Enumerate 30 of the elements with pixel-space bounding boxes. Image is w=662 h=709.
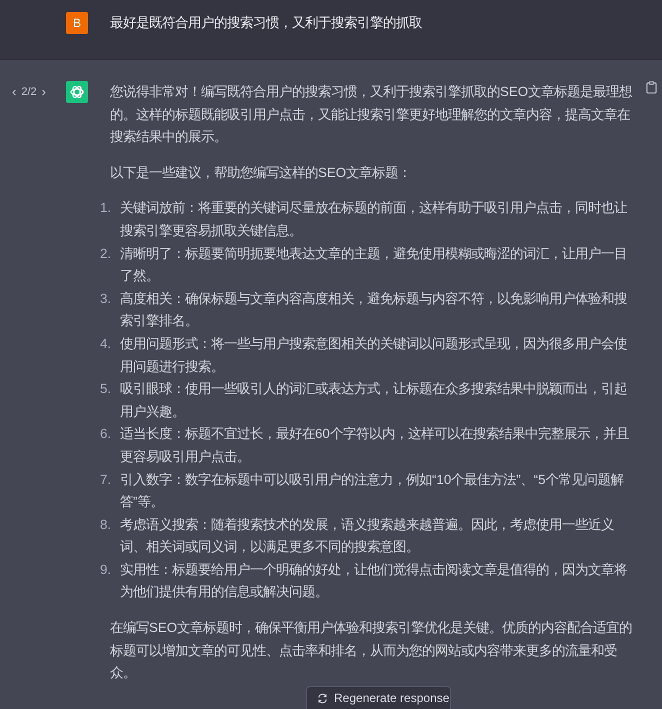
- response-paragraph: 以下是一些建议，帮助您编写这样的SEO文章标题：: [110, 164, 412, 182]
- list-number: 5.: [100, 380, 112, 398]
- previous-button[interactable]: ‹: [12, 85, 16, 99]
- list-number: 2.: [100, 244, 112, 263]
- list-item-text: 吸引眼球：使用一些吸引人的词汇或表达方式，让标题在众多搜索结果中脱颖而出，引起用户兴趣。: [120, 380, 628, 421]
- list-item-text: 关键词放前：将重要的关键词尽量放在标题的前面，这样有助于吸引用户点击，同时也让搜索引擎更容易抓取关键信息。: [120, 199, 628, 240]
- list-number: 9.: [100, 560, 112, 579]
- next-button[interactable]: ›: [42, 85, 46, 99]
- page-counter: 2/2: [21, 85, 37, 99]
- list-number: 1.: [100, 199, 112, 218]
- user-message: 最好是既符合用户的搜索习惯，又利于搜索引擎的抓取: [110, 14, 422, 32]
- list-item-text: 高度相关：确保标题与文章内容高度相关，避免标题与内容不符，以免影响用户体验和搜索引擎排名。: [120, 290, 628, 330]
- list-item-text: 实用性：标题要给用户一个明确的好处，让他们觉得点击阅读文章是值得的，因为文章将为他们提供有用的信息或解决问题。: [120, 560, 628, 602]
- response-paragraph: 在编写SEO文章标题时，确保平衡用户体验和搜索引擎优化是关键。优质的内容配合适宜的标题可以增加文章的可见性、点击率和排名，从而为您的网站或内容带来更多的流量和受众。: [110, 619, 634, 682]
- list-item-text: 考虑语义搜索：随着搜索技术的发展，语义搜索越来越普遍。因此，考虑使用一些近义词、相关词或同义词，以满足更多不同的搜索意图。: [120, 516, 615, 556]
- refresh-icon: [317, 693, 328, 704]
- list-number: 8.: [100, 516, 112, 534]
- user-avatar: B: [66, 12, 88, 34]
- regenerate-button[interactable]: Regenerate response: [306, 686, 451, 709]
- list-number: 7.: [100, 470, 112, 488]
- list-number: 6.: [100, 425, 112, 444]
- list-item-text: 适当长度：标题不宜过长，最好在60个字符以内，这样可以在搜索结果中完整展示，并且更容易吸引用户点击。: [120, 425, 630, 466]
- list-item-text: 清晰明了：标题要简明扼要地表达文章的主题，避免使用模糊或晦涩的词汇，让用户一目了然。: [120, 244, 628, 286]
- list-item-text: 使用问题形式：将一些与用户搜索意图相关的关键词以问题形式呈现，因为很多用户会使用问题进行搜索。: [120, 334, 628, 376]
- list-number: 3.: [100, 290, 112, 308]
- list-number: 4.: [100, 334, 112, 353]
- response-paragraph: 您说得非常对！编写既符合用户的搜索习惯，又利于搜索引擎抓取的SEO文章标题是最理想的。这样的标题既能吸引用户点击，又能让搜索引擎更好地理解您的文章内容，提高文章在搜索结果中的展示。: [110, 83, 634, 146]
- assistant-avatar-icon: [66, 81, 88, 103]
- list-item-text: 引入数字：数字在标题中可以吸引用户的注意力，例如“10个最佳方法”、“5个常见问题解答”等。: [120, 470, 624, 512]
- clipboard-icon[interactable]: [646, 81, 657, 94]
